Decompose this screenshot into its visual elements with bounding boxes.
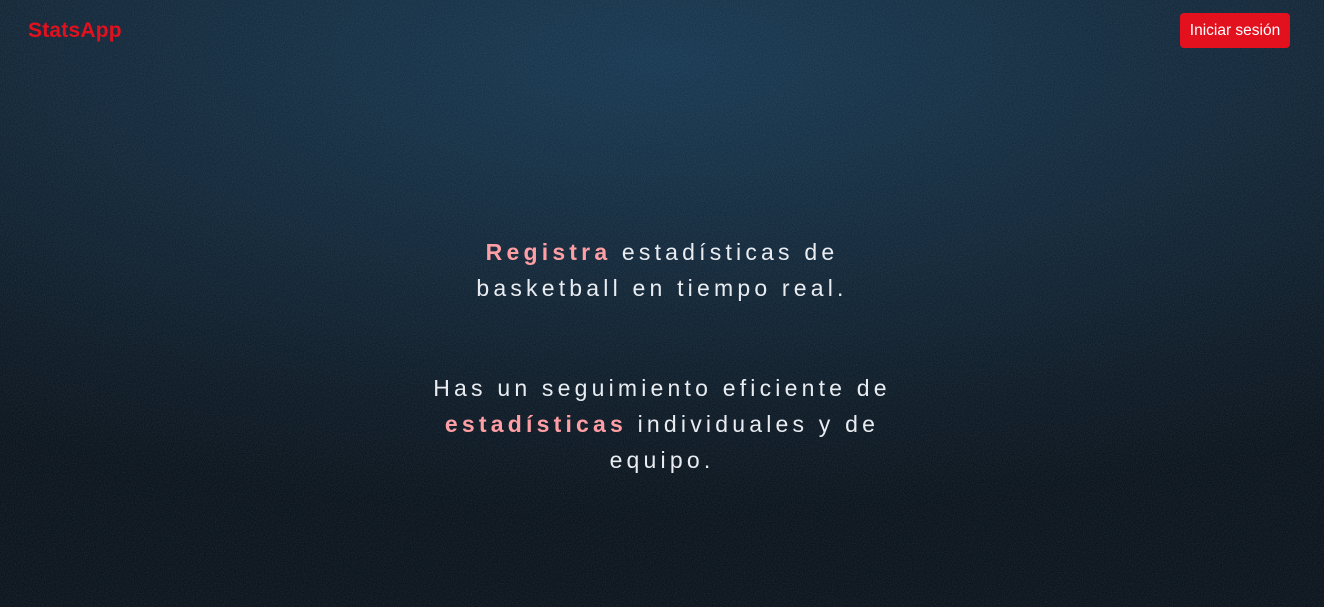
hero-description-text: individuales y de bbox=[627, 411, 880, 437]
hero-tagline: Registra estadísticas de basketball en t… bbox=[362, 234, 962, 306]
hero-description-line-3: equipo. bbox=[609, 447, 715, 473]
hero-description-line-1: Has un seguimiento eficiente de bbox=[433, 375, 891, 401]
hero-tagline-highlight: Registra bbox=[485, 239, 612, 265]
brand-logo[interactable]: StatsApp bbox=[28, 19, 122, 43]
hero-description: Has un seguimiento eficiente de estadíst… bbox=[362, 370, 962, 478]
hero-tagline-text: estadísticas de bbox=[611, 239, 839, 265]
login-button[interactable]: Iniciar sesión bbox=[1180, 13, 1290, 48]
hero-description-highlight: estadísticas bbox=[444, 411, 628, 437]
hero-tagline-line-2: basketball en tiempo real. bbox=[476, 275, 848, 301]
hero-description-line-2: estadísticas individuales y de bbox=[362, 406, 962, 442]
hero-tagline-line-1: Registra estadísticas de bbox=[362, 234, 962, 270]
